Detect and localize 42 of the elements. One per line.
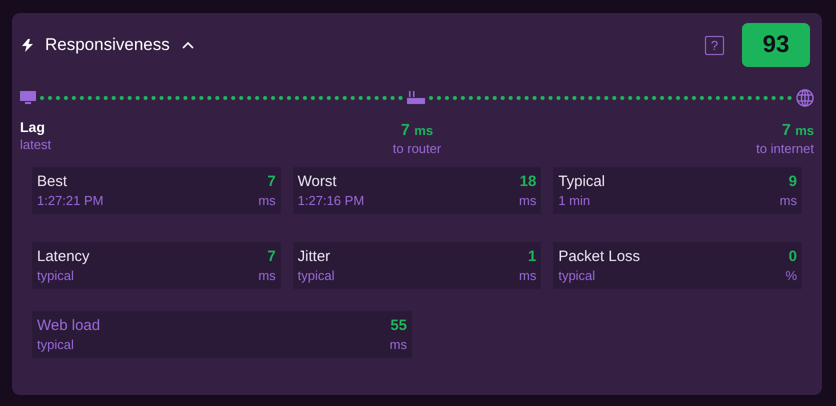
stat-title: Latency xyxy=(37,247,90,267)
stat-caption: typical xyxy=(37,267,75,285)
chevron-up-icon[interactable] xyxy=(182,41,194,49)
lag-caption: latest xyxy=(20,137,52,153)
stat-title: Jitter xyxy=(298,247,332,267)
stat-value: 18 xyxy=(520,172,536,192)
stat-caption: typical xyxy=(298,267,335,285)
router-caption: to router xyxy=(392,140,442,158)
stat-caption: typical xyxy=(558,267,596,285)
stat-unit: % xyxy=(785,267,797,285)
score-badge: 93 xyxy=(742,23,810,67)
router-latency: 7 ms xyxy=(400,122,434,140)
stat-caption: 1:27:16 PM xyxy=(298,192,364,210)
stat-caption: 1:27:21 PM xyxy=(37,192,104,210)
stat-value: 55 xyxy=(390,316,407,336)
stat-title: Web load xyxy=(37,316,100,336)
section-title: Responsiveness xyxy=(45,34,170,56)
stat-caption: typical xyxy=(37,336,75,354)
stat-value: 9 xyxy=(788,172,797,192)
help-button[interactable]: ? xyxy=(705,36,724,54)
stat-caption: 1 min xyxy=(558,192,592,210)
stat-title: Packet Loss xyxy=(558,247,640,267)
monitor-icon xyxy=(20,91,36,105)
stat-value: 1 xyxy=(528,247,536,267)
stat-unit: ms xyxy=(780,192,797,210)
internet-caption: to internet xyxy=(756,140,814,158)
lightning-icon xyxy=(22,38,33,52)
stat-unit: ms xyxy=(390,336,407,354)
stat-unit: ms xyxy=(258,192,276,210)
stat-unit: ms xyxy=(518,192,536,210)
stat-title: Best xyxy=(37,172,68,192)
stat-unit: ms xyxy=(518,267,536,285)
stat-title: Worst xyxy=(298,172,338,192)
internet-latency: 7 ms xyxy=(782,122,814,140)
globe-icon xyxy=(796,89,814,107)
stat-title: Typical xyxy=(558,172,606,192)
stat-unit: ms xyxy=(258,267,276,285)
lag-label: Lag xyxy=(20,118,46,137)
stat-value: 7 xyxy=(267,172,276,192)
stat-value: 0 xyxy=(788,247,797,267)
stat-value: 7 xyxy=(267,247,276,267)
router-icon xyxy=(407,91,425,105)
